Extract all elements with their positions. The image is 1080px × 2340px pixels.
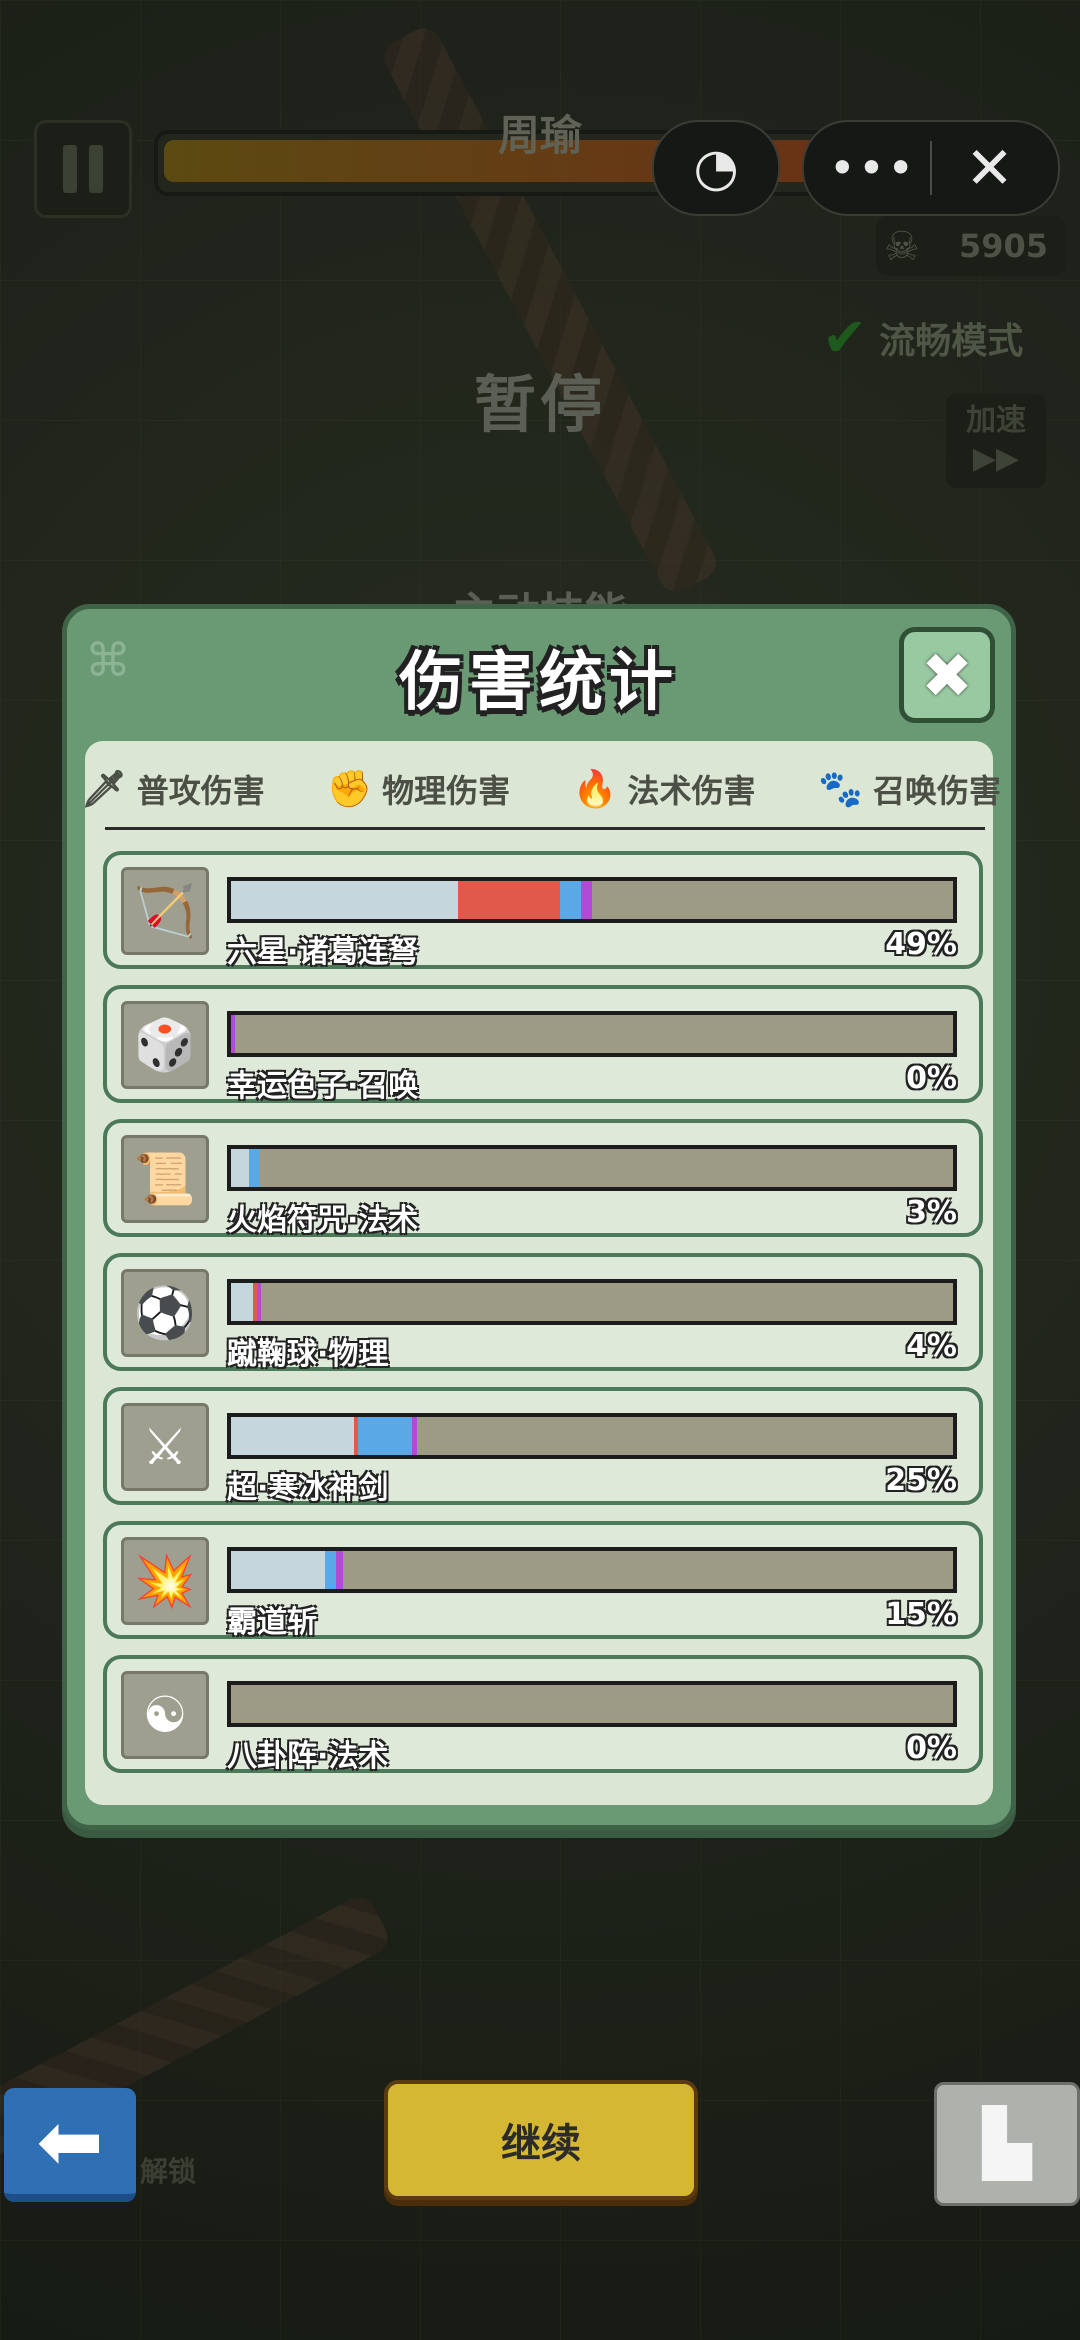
damage-percent: 49% [885,927,957,962]
legend-label: 普攻伤害 [136,772,265,810]
damage-bar [227,1145,957,1191]
damage-percent: 25% [885,1463,957,1498]
damage-bar [227,1681,957,1727]
legend-divider [105,827,985,830]
more-button[interactable]: ••• [815,141,930,195]
close-icon: ✖ [921,638,973,712]
legend-label: 法术伤害 [627,772,756,810]
damage-bar [227,1547,957,1593]
bar-segment-physical [458,881,560,919]
bar-segment-normal [231,1551,325,1589]
ice-sword-icon: ⚔ [121,1403,209,1491]
legend-item: 🗡 普攻伤害 [81,766,265,812]
damage-percent: 15% [885,1597,957,1632]
skill-name: 幸运色子·召唤 [227,1069,419,1104]
damage-row: ⚽ 蹴鞠球·物理 4% [103,1253,983,1372]
damage-percent: 0% [906,1061,957,1096]
unlock-label: 解锁 [140,2155,197,2188]
damage-list: 🏹 六星·诸葛连弩 49% 🎲 幸运色子·召唤 0% 📜 火焰符咒·法术 3% … [103,851,983,1789]
legend-item: 🐾 召唤伤害 [818,766,1001,812]
back-arrow-icon: ⬅ [36,2094,104,2188]
legend-item: ✊ 物理伤害 [327,766,510,812]
damage-row: 🎲 幸运色子·召唤 0% [103,985,983,1104]
legend-item: 🔥 法术伤害 [573,766,756,812]
close-dialog-button[interactable]: ✖ [899,627,995,723]
damage-stats-dialog: ⌘ 伤害统计 ✖ 🗡 普攻伤害 ✊ 物理伤害 🔥 法术伤害 🐾 召唤伤害 🏹 六… [62,604,1016,1830]
pacman-icon: ◔ [693,138,739,198]
damage-type-legend: 🗡 普攻伤害 ✊ 物理伤害 🔥 法术伤害 🐾 召唤伤害 [81,757,1001,821]
bar-segment-magic [249,1149,260,1187]
skill-name: 霸道斩 [227,1605,317,1640]
bar-segment-summon [231,1015,236,1053]
flame-icon: 🔥 [572,769,618,810]
paused-title: 暂停 [473,368,606,441]
bar-segment-magic [559,881,582,919]
sword-icon: 🗡 [81,769,127,810]
dialog-title: 伤害统计 [399,646,679,720]
kill-count: 5905 [958,227,1048,265]
dice-icon: 🎲 [121,1001,209,1089]
damage-bar [227,1011,957,1057]
damage-row: 💥 霸道斩 15% [103,1521,983,1640]
damage-percent: 4% [906,1329,957,1364]
bar-segment-normal [231,881,459,919]
bar-segment-summon [335,1551,343,1589]
crossbow-icon: 🏹 [121,867,209,955]
damage-bar [227,1413,957,1459]
legend-label: 物理伤害 [382,772,511,810]
damage-row: 🏹 六星·诸葛连弩 49% [103,851,983,970]
bar-segment-normal [231,1417,354,1455]
skill-name: 八卦阵·法术 [227,1739,389,1774]
continue-button[interactable]: 继续 [384,2080,698,2200]
podium-icon: ▙ [982,2107,1032,2181]
damage-row: ☯ 八卦阵·法术 0% [103,1655,983,1774]
miniprogram-capsule: ••• ✕ [802,120,1060,216]
talisman-icon: 📜 [121,1135,209,1223]
bar-segment-summon [256,1283,262,1321]
game-center-button[interactable]: ◔ [652,120,780,216]
damage-row: ⚔ 超·寒冰神剑 25% [103,1387,983,1506]
skull-icon: ☠ [884,224,920,270]
damage-row: 📜 火焰符咒·法术 3% [103,1119,983,1238]
back-button[interactable]: ⬅ [4,2088,136,2202]
damage-percent: 0% [906,1731,957,1766]
bar-segment-summon [412,1417,417,1455]
leaderboard-button[interactable]: ▙ [934,2082,1080,2206]
skill-name: 蹴鞠球·物理 [227,1337,389,1372]
bar-segment-magic [324,1551,336,1589]
skill-name: 火焰符咒·法术 [227,1203,419,1238]
bar-segment-magic [358,1417,413,1455]
fist-icon: ✊ [327,769,373,810]
damage-bar [227,1279,957,1325]
ball-icon: ⚽ [121,1269,209,1357]
damage-bar [227,877,957,923]
legend-label: 召唤伤害 [872,772,1001,810]
kill-counter: ☠ 5905 [876,216,1066,276]
bar-segment-normal [231,1149,250,1187]
bar-segment-normal [231,1283,253,1321]
skill-name: 超·寒冰神剑 [227,1471,389,1506]
fast-forward-icon: ▶▶ [972,441,1020,476]
damage-percent: 3% [906,1195,957,1230]
close-miniprogram-button[interactable]: ✕ [932,134,1047,202]
bagua-icon: ☯ [121,1671,209,1759]
skill-name: 六星·诸葛连弩 [227,935,419,970]
slash-icon: 💥 [121,1537,209,1625]
bar-segment-summon [581,881,592,919]
paw-icon: 🐾 [818,769,863,810]
